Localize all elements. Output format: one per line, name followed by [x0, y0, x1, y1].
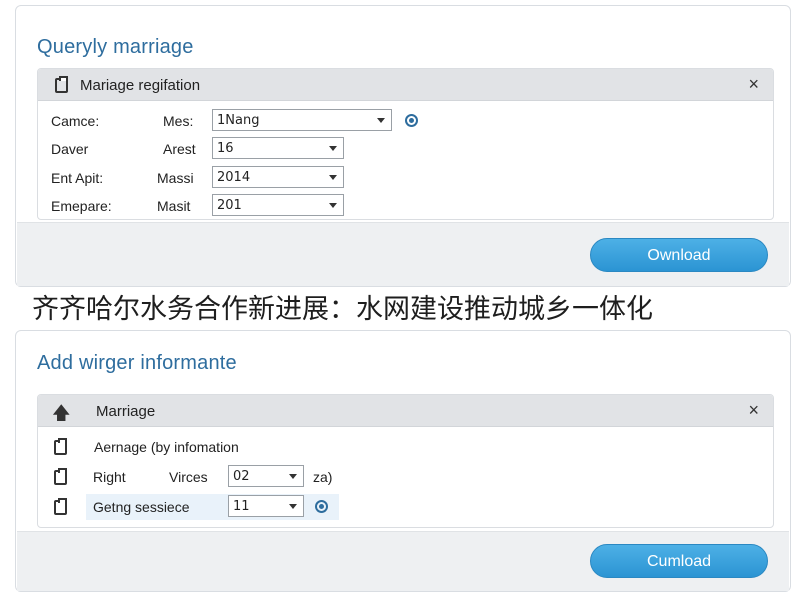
chevron-down-icon: [329, 203, 337, 208]
area-select[interactable]: 16: [212, 137, 344, 159]
item-label: Right: [93, 469, 126, 485]
select-value: 2014: [217, 170, 251, 185]
select-value: 11: [233, 499, 250, 514]
list-item: Getng sessiece 11: [38, 495, 773, 519]
session-select[interactable]: 11: [228, 495, 304, 517]
chevron-down-icon: [289, 504, 297, 509]
virces-select[interactable]: 02: [228, 465, 304, 487]
arrow-up-icon[interactable]: 🡅: [52, 401, 71, 431]
clipboard-icon: [54, 498, 67, 515]
download-button[interactable]: Cumload: [590, 544, 768, 578]
close-icon[interactable]: ×: [748, 74, 759, 95]
select-value: 02: [233, 469, 250, 484]
marriage-panel: 🡅 Marriage × Aernage (by infomation Righ…: [37, 394, 774, 528]
form-row: Camce: Mes: 1Nang: [38, 109, 773, 133]
chevron-down-icon: [377, 118, 385, 123]
period-select[interactable]: 201: [212, 194, 344, 216]
clipboard-icon: [55, 76, 68, 93]
field-sublabel: Massi: [157, 170, 194, 186]
item-sublabel: Virces: [169, 469, 208, 485]
list-item: Aernage (by infomation: [38, 435, 773, 459]
select-value: 16: [217, 141, 234, 156]
form-row: Ent Apit: Massi 2014: [38, 166, 773, 190]
news-headline: 齐齐哈尔水务合作新进展：水网建设推动城乡一体化: [32, 294, 653, 325]
field-sublabel: Masit: [157, 198, 191, 214]
download-button[interactable]: Ownload: [590, 238, 768, 272]
select-value: 201: [217, 198, 242, 213]
clipboard-icon: [54, 438, 67, 455]
form-row: Emepare: Masit 201: [38, 194, 773, 218]
card-title: Add wirger informante: [37, 352, 237, 374]
panel-header: Mariage regifation ×: [38, 69, 773, 101]
chevron-down-icon: [289, 474, 297, 479]
add-information-card: Add wirger informante 🡅 Marriage × Aerna…: [15, 330, 791, 592]
marriage-query-card: Queryly marriage Mariage regifation × Ca…: [15, 5, 791, 287]
list-item: Right Virces 02 za): [38, 465, 773, 489]
chevron-down-icon: [329, 175, 337, 180]
field-sublabel: Arest: [163, 141, 196, 157]
item-label: Aernage (by infomation: [94, 439, 239, 455]
item-label: Getng sessiece: [93, 499, 190, 515]
view-icon[interactable]: [405, 114, 418, 127]
form-row: Daver Arest 16: [38, 137, 773, 161]
field-label: Daver: [51, 141, 89, 157]
name-select[interactable]: 1Nang: [212, 109, 392, 131]
item-suffix: za): [313, 469, 333, 485]
marriage-registration-panel: Mariage regifation × Camce: Mes: 1Nang D…: [37, 68, 774, 220]
field-label: Camce:: [51, 113, 100, 129]
close-icon[interactable]: ×: [748, 400, 759, 421]
field-label: Ent Apit:: [51, 170, 104, 186]
select-value: 1Nang: [217, 113, 260, 128]
field-sublabel: Mes:: [163, 113, 194, 129]
view-icon[interactable]: [315, 500, 328, 513]
clipboard-icon: [54, 468, 67, 485]
field-label: Emepare:: [51, 198, 112, 214]
card-title: Queryly marriage: [37, 36, 194, 58]
panel-title: Mariage regifation: [80, 77, 201, 94]
panel-title: Marriage: [96, 403, 156, 420]
panel-header: 🡅 Marriage ×: [38, 395, 773, 427]
year-select[interactable]: 2014: [212, 166, 344, 188]
chevron-down-icon: [329, 146, 337, 151]
